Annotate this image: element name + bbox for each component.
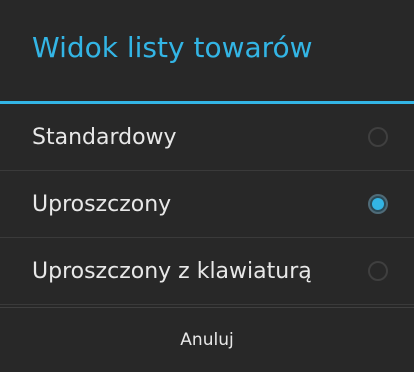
dialog-header: Widok listy towarów <box>0 0 414 104</box>
dialog-title: Widok listy towarów <box>32 31 313 64</box>
dialog-footer: Anuluj <box>0 307 414 372</box>
option-label: Uproszczony z klawiaturą <box>32 258 312 284</box>
radio-button-checked-icon[interactable] <box>368 194 388 214</box>
option-simplified[interactable]: Uproszczony <box>0 171 414 238</box>
radio-button-icon[interactable] <box>368 127 388 147</box>
radio-button-icon[interactable] <box>368 261 388 281</box>
option-simplified-keyboard[interactable]: Uproszczony z klawiaturą <box>0 238 414 305</box>
option-label: Standardowy <box>32 124 177 150</box>
option-standard[interactable]: Standardowy <box>0 104 414 171</box>
dialog: Widok listy towarów Standardowy Uproszcz… <box>0 0 414 372</box>
option-label: Uproszczony <box>32 191 172 217</box>
cancel-button[interactable]: Anuluj <box>174 329 239 351</box>
